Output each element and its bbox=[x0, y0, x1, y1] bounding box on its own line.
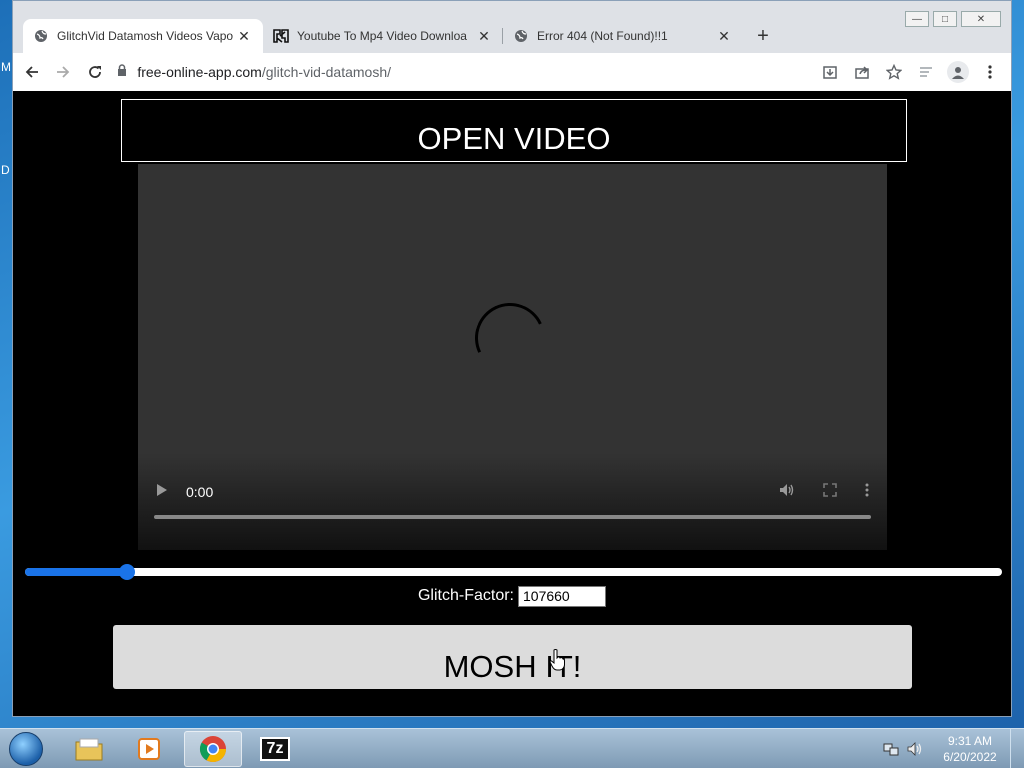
tab-title: Youtube To Mp4 Video Downloa bbox=[297, 29, 467, 43]
video-time: 0:00 bbox=[186, 484, 214, 500]
reload-button[interactable] bbox=[82, 58, 107, 86]
loading-spinner-icon bbox=[465, 293, 555, 383]
back-button[interactable] bbox=[19, 58, 44, 86]
network-icon[interactable] bbox=[882, 740, 900, 758]
url-domain: free-online-app.com bbox=[137, 64, 262, 80]
window-controls: — □ ✕ bbox=[905, 11, 1001, 27]
start-button[interactable] bbox=[6, 730, 46, 768]
video-player[interactable]: 0:00 bbox=[138, 164, 887, 550]
system-tray: 9:31 AM 6/20/2022 bbox=[882, 729, 1024, 768]
glitch-factor-slider[interactable] bbox=[25, 564, 1002, 580]
glitch-factor-input[interactable] bbox=[518, 585, 606, 607]
hand-cursor-icon bbox=[549, 649, 565, 671]
chrome-icon[interactable] bbox=[184, 731, 242, 767]
7zip-logo: 7z bbox=[260, 737, 290, 761]
media-player-icon[interactable] bbox=[120, 731, 178, 767]
clock-date: 6/20/2022 bbox=[943, 750, 997, 764]
share-icon[interactable] bbox=[849, 59, 875, 85]
fullscreen-icon[interactable] bbox=[823, 482, 837, 502]
slider-fill bbox=[25, 568, 127, 576]
tab-error-404[interactable]: Error 404 (Not Found)!!1 ✕ bbox=[503, 19, 743, 53]
clock[interactable]: 9:31 AM 6/20/2022 bbox=[930, 733, 1010, 765]
tab-close-button[interactable]: ✕ bbox=[475, 28, 493, 45]
open-video-button[interactable]: OPEN VIDEO bbox=[121, 99, 907, 162]
slider-thumb[interactable] bbox=[118, 564, 135, 580]
toolbar-actions bbox=[817, 59, 1003, 85]
mosh-it-button[interactable]: MOSH IT! bbox=[113, 625, 912, 689]
show-desktop-button[interactable] bbox=[1010, 729, 1024, 768]
page-content: OPEN VIDEO 0:00 Glitch-Factor: 107660 MO… bbox=[13, 91, 1011, 716]
bookmark-star-icon[interactable] bbox=[881, 59, 907, 85]
reload-icon bbox=[88, 66, 101, 78]
video-options-icon[interactable] bbox=[865, 483, 869, 502]
tab-youtube-mp4[interactable]: Youtube To Mp4 Video Downloa ✕ bbox=[263, 19, 503, 53]
reading-list-icon[interactable] bbox=[913, 59, 939, 85]
volume-icon[interactable] bbox=[779, 483, 795, 502]
profile-button[interactable] bbox=[945, 59, 971, 85]
clock-time: 9:31 AM bbox=[947, 734, 993, 748]
taskbar: 7z 9:31 AM 6/20/2022 bbox=[0, 728, 1024, 768]
forward-arrow-icon bbox=[57, 66, 70, 78]
volume-icon[interactable] bbox=[906, 740, 924, 758]
maximize-button[interactable]: □ bbox=[933, 11, 957, 27]
new-tab-button[interactable]: + bbox=[749, 19, 777, 53]
tab-title: GlitchVid Datamosh Videos Vapo bbox=[57, 29, 234, 43]
desktop-label: M bbox=[1, 60, 11, 74]
tab-strip: GlitchVid Datamosh Videos Vapo ✕ Youtube… bbox=[23, 19, 777, 53]
lock-icon bbox=[117, 64, 127, 80]
close-window-button[interactable]: ✕ bbox=[961, 11, 1001, 27]
video-progress-bar[interactable] bbox=[154, 515, 871, 519]
back-arrow-icon bbox=[25, 66, 38, 78]
minimize-button[interactable]: — bbox=[905, 11, 929, 27]
menu-kebab-icon[interactable] bbox=[977, 59, 1003, 85]
windows-orb-icon bbox=[9, 732, 43, 766]
globe-icon bbox=[33, 28, 49, 44]
url-path: /glitch-vid-datamosh/ bbox=[261, 64, 391, 80]
avatar bbox=[947, 61, 969, 83]
person-icon bbox=[952, 67, 964, 79]
tab-close-button[interactable]: ✕ bbox=[235, 28, 253, 45]
address-bar[interactable]: free-online-app.com /glitch-vid-datamosh… bbox=[117, 57, 817, 87]
glitch-factor-label: Glitch-Factor: bbox=[417, 587, 514, 604]
7zip-icon[interactable]: 7z bbox=[246, 731, 304, 767]
video-controls: 0:00 bbox=[138, 474, 887, 510]
glitch-factor-row: Glitch-Factor: bbox=[13, 585, 1011, 607]
globe-icon bbox=[513, 28, 529, 44]
play-icon[interactable] bbox=[156, 483, 172, 502]
browser-toolbar: free-online-app.com /glitch-vid-datamosh… bbox=[13, 53, 1011, 91]
tab-title: Error 404 (Not Found)!!1 bbox=[537, 29, 668, 43]
install-app-icon[interactable] bbox=[817, 59, 843, 85]
tab-close-button[interactable]: ✕ bbox=[715, 28, 733, 45]
site-logo-icon bbox=[273, 28, 289, 44]
tab-glitchvid[interactable]: GlitchVid Datamosh Videos Vapo ✕ bbox=[23, 19, 263, 53]
explorer-icon[interactable] bbox=[60, 731, 118, 767]
forward-button[interactable] bbox=[50, 58, 75, 86]
browser-window: — □ ✕ GlitchVid Datamosh Videos Vapo ✕ Y… bbox=[12, 0, 1012, 717]
desktop-label: D bbox=[1, 163, 10, 177]
